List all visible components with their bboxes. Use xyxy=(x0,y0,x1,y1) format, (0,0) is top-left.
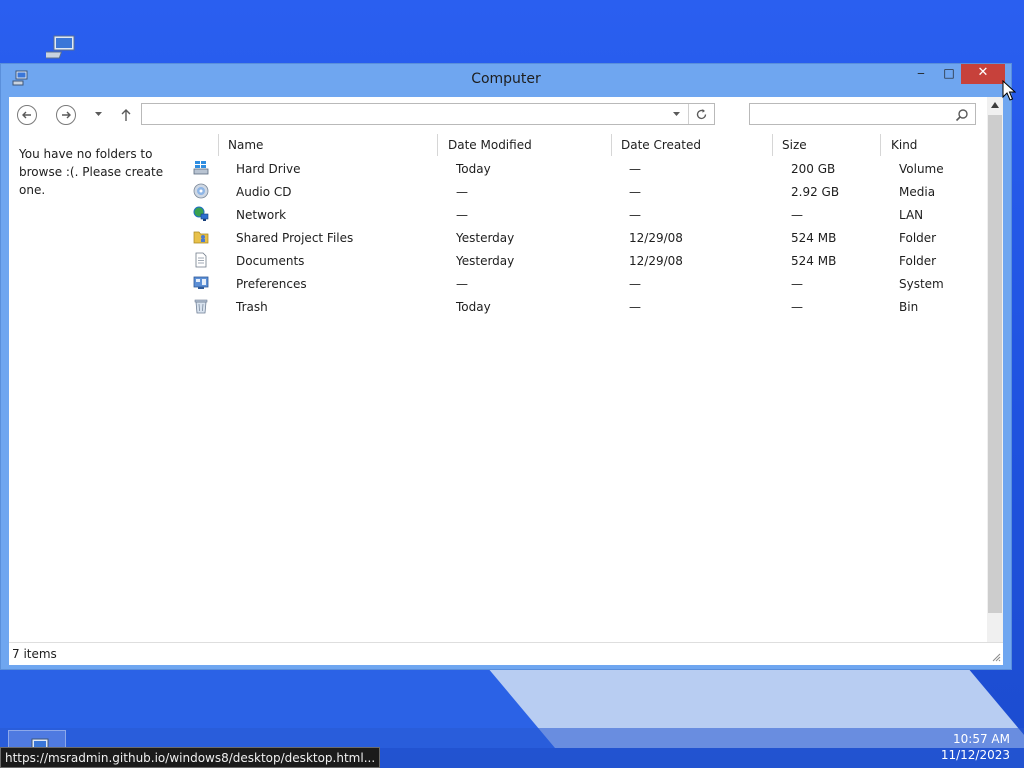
table-row-trash[interactable]: Trash Today — — Bin xyxy=(189,296,989,319)
cell-size: 524 MB xyxy=(791,254,837,268)
table-row-preferences[interactable]: Preferences — — — System xyxy=(189,273,989,296)
scrollbar-thumb[interactable] xyxy=(988,115,1002,613)
column-header-name[interactable]: Name xyxy=(218,134,436,158)
navigation-toolbar xyxy=(9,97,1003,131)
cell-name: Preferences xyxy=(236,277,307,291)
cell-size: 2.92 GB xyxy=(791,185,840,199)
history-dropdown-icon[interactable] xyxy=(94,111,103,117)
hard-drive-icon xyxy=(193,161,209,175)
column-header-label: Kind xyxy=(891,138,918,152)
status-bar: 7 items xyxy=(9,642,1003,665)
cell-date-created: — xyxy=(629,185,641,199)
browser-status-url: https://msradmin.github.io/windows8/desk… xyxy=(0,747,381,768)
folder-tree-empty-message: You have no folders to browse :(. Please… xyxy=(19,147,164,197)
cell-date-created: — xyxy=(629,208,641,222)
cell-size: — xyxy=(791,208,803,222)
computer-desktop-icon[interactable] xyxy=(46,34,78,62)
maximize-button[interactable]: □ xyxy=(935,64,963,84)
column-header-label: Date Modified xyxy=(448,138,532,152)
cell-kind: Volume xyxy=(899,162,944,176)
cell-name: Hard Drive xyxy=(236,162,301,176)
cell-kind: Folder xyxy=(899,231,937,245)
table-row-documents[interactable]: Documents Yesterday 12/29/08 524 MB Fold… xyxy=(189,250,989,273)
arrow-right-icon xyxy=(62,111,71,119)
search-input[interactable] xyxy=(753,105,947,125)
cell-name: Audio CD xyxy=(236,185,292,199)
address-bar xyxy=(141,103,715,125)
cell-kind: Folder xyxy=(899,254,937,268)
network-icon xyxy=(193,206,209,221)
column-header-date-created[interactable]: Date Created xyxy=(611,134,771,158)
address-divider xyxy=(688,104,689,124)
cell-kind: Media xyxy=(899,185,936,199)
cell-date-modified: — xyxy=(456,208,468,222)
scroll-up-arrow-icon[interactable] xyxy=(990,101,1000,109)
window-title: Computer xyxy=(471,71,541,87)
column-header-label: Name xyxy=(228,138,264,152)
title-bar[interactable]: Computer ‒ □ ✕ xyxy=(1,64,1011,96)
cell-name: Trash xyxy=(236,300,268,314)
cell-date-modified: Today xyxy=(456,162,491,176)
cell-size: — xyxy=(791,277,803,291)
desktop: Computer ‒ □ ✕ You have no folders to br… xyxy=(0,0,1024,768)
cell-date-created: — xyxy=(629,277,641,291)
mouse-cursor-icon xyxy=(1002,80,1016,101)
table-row-network[interactable]: Network — — — LAN xyxy=(189,204,989,227)
audio-cd-icon xyxy=(193,183,209,199)
shared-folder-icon xyxy=(193,231,209,244)
table-row-shared-project-files[interactable]: Shared Project Files Yesterday 12/29/08 … xyxy=(189,227,989,250)
item-count: 7 items xyxy=(12,647,57,661)
cell-name: Network xyxy=(236,208,287,222)
cell-date-created: 12/29/08 xyxy=(629,231,683,245)
close-button[interactable]: ✕ xyxy=(961,64,1005,84)
column-header-label: Date Created xyxy=(621,138,701,152)
taskbar-clock[interactable]: 10:57 AM 11/12/2023 xyxy=(941,731,1010,763)
address-input[interactable] xyxy=(144,105,668,125)
clock-date: 11/12/2023 xyxy=(940,748,1010,762)
cell-date-modified: Yesterday xyxy=(456,231,515,245)
cell-date-modified: — xyxy=(456,277,468,291)
table-row-hard-drive[interactable]: Hard Drive Today — 200 GB Volume xyxy=(189,158,989,181)
cell-kind: System xyxy=(899,277,944,291)
cell-date-created: — xyxy=(629,162,641,176)
refresh-icon[interactable] xyxy=(695,108,708,121)
column-header-label: Size xyxy=(782,138,807,152)
cell-size: 200 GB xyxy=(791,162,836,176)
cell-name: Documents xyxy=(236,254,305,268)
address-dropdown-icon[interactable] xyxy=(672,111,681,117)
vertical-scrollbar[interactable] xyxy=(987,97,1003,642)
resize-grip-icon[interactable] xyxy=(991,652,1001,662)
explorer-client-area: You have no folders to browse :(. Please… xyxy=(9,97,1003,665)
cell-size: 524 MB xyxy=(791,231,837,245)
forward-button[interactable] xyxy=(56,105,76,125)
column-header-size[interactable]: Size xyxy=(772,134,880,158)
clock-time: 10:57 AM xyxy=(953,732,1010,746)
column-header-date-modified[interactable]: Date Modified xyxy=(438,134,610,158)
cell-kind: Bin xyxy=(899,300,919,314)
cell-name: Shared Project Files xyxy=(236,231,354,245)
cell-date-created: 12/29/08 xyxy=(629,254,683,268)
up-arrow-icon[interactable] xyxy=(120,108,132,122)
minimize-button[interactable]: ‒ xyxy=(907,64,935,84)
trash-icon xyxy=(194,299,208,314)
cell-date-modified: — xyxy=(456,185,468,199)
cell-date-created: — xyxy=(629,300,641,314)
cell-date-modified: Today xyxy=(456,300,491,314)
computer-icon xyxy=(12,70,28,86)
search-box xyxy=(749,103,976,125)
cell-size: — xyxy=(791,300,803,314)
back-button[interactable] xyxy=(17,105,37,125)
search-icon[interactable] xyxy=(955,108,969,122)
table-row-audio-cd[interactable]: Audio CD — — 2.92 GB Media xyxy=(189,181,989,204)
cell-date-modified: Yesterday xyxy=(456,254,515,268)
arrow-left-icon xyxy=(22,111,31,119)
documents-icon xyxy=(195,252,207,268)
column-header-kind[interactable]: Kind xyxy=(881,134,981,158)
computer-window: Computer ‒ □ ✕ You have no folders to br… xyxy=(0,63,1012,670)
preferences-icon xyxy=(193,276,209,289)
cell-kind: LAN xyxy=(899,208,924,222)
